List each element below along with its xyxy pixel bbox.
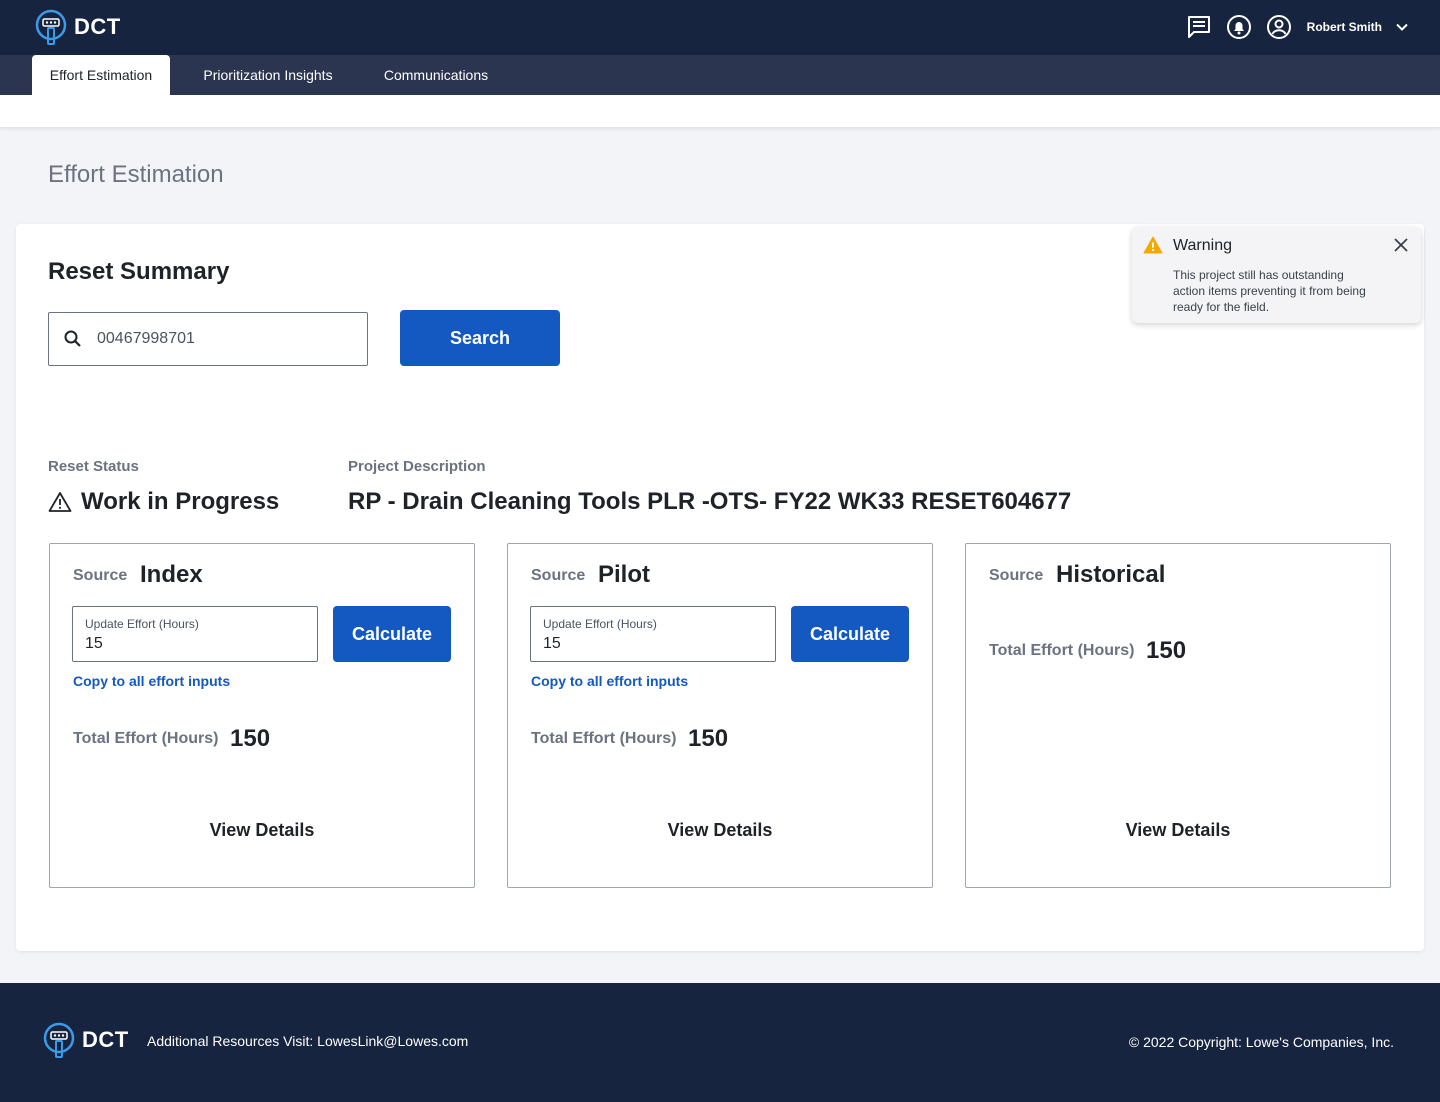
- close-icon[interactable]: [1393, 237, 1409, 253]
- source-card-pilot: Source Pilot Update Effort (Hours) 15 Ca…: [507, 543, 933, 888]
- update-effort-field[interactable]: Update Effort (Hours) 15: [530, 606, 776, 662]
- project-description-label: Project Description: [348, 458, 486, 475]
- toast-message: This project still has outstanding actio…: [1173, 268, 1366, 314]
- update-effort-field[interactable]: Update Effort (Hours) 15: [72, 606, 318, 662]
- project-description-value: RP - Drain Cleaning Tools PLR -OTS- FY22…: [348, 488, 1072, 515]
- source-card-index: Source Index Update Effort (Hours) 15 Ca…: [49, 543, 475, 888]
- search-icon: [64, 330, 81, 347]
- logo-icon: [43, 1022, 75, 1058]
- total-effort-value: 150: [1146, 637, 1187, 664]
- logo-text: DCT: [74, 14, 121, 39]
- sub-header-bar: [0, 95, 1440, 127]
- source-label: Source: [531, 567, 586, 584]
- reset-status-value: Work in Progress: [48, 488, 279, 516]
- reset-summary-card: Reset Summary Search Reset Status Projec…: [16, 224, 1424, 951]
- footer-copyright: © 2022 Copyright: Lowe's Companies, Inc.: [1128, 1034, 1394, 1050]
- total-effort-label: Total Effort (Hours): [531, 730, 677, 747]
- tab-bar: Effort Estimation Prioritization Insight…: [0, 55, 1440, 95]
- source-card-historical: Source Historical Total Effort (Hours) 1…: [965, 543, 1391, 888]
- view-details-link[interactable]: View Details: [50, 820, 474, 841]
- footer: DCT Additional Resources Visit: LowesLin…: [0, 983, 1440, 1102]
- view-details-link[interactable]: View Details: [966, 820, 1390, 841]
- total-effort-label: Total Effort (Hours): [989, 642, 1135, 659]
- update-effort-value[interactable]: 15: [543, 635, 763, 653]
- warning-filled-icon: [1143, 236, 1163, 254]
- reset-status-label: Reset Status: [48, 458, 139, 475]
- update-effort-label: Update Effort (Hours): [543, 617, 657, 631]
- page-title: Effort Estimation: [48, 161, 224, 188]
- top-navigation-bar: DCT Robert Smith: [0, 0, 1440, 55]
- tab-prioritization-insights[interactable]: Prioritization Insights: [186, 55, 350, 95]
- search-field[interactable]: [48, 312, 368, 366]
- footer-resources[interactable]: Additional Resources Visit: LowesLink@Lo…: [147, 1033, 468, 1049]
- user-name[interactable]: Robert Smith: [1307, 20, 1382, 34]
- total-effort-value: 150: [230, 725, 271, 752]
- tab-communications[interactable]: Communications: [366, 55, 506, 95]
- source-name: Index: [140, 561, 203, 588]
- view-details-link[interactable]: View Details: [508, 820, 932, 841]
- warning-toast: Warning This project still has outstandi…: [1132, 227, 1421, 323]
- app-logo[interactable]: DCT: [34, 8, 121, 46]
- copy-to-all-link[interactable]: Copy to all effort inputs: [73, 673, 230, 689]
- section-title: Reset Summary: [48, 258, 230, 285]
- update-effort-value[interactable]: 15: [85, 635, 305, 653]
- source-label: Source: [73, 567, 128, 584]
- reset-status-text: Work in Progress: [81, 488, 280, 515]
- calculate-button[interactable]: Calculate: [333, 606, 451, 662]
- calculate-button[interactable]: Calculate: [791, 606, 909, 662]
- copy-to-all-link[interactable]: Copy to all effort inputs: [531, 673, 688, 689]
- chat-icon[interactable]: [1185, 13, 1213, 41]
- logo-icon: [35, 9, 67, 45]
- bell-icon[interactable]: [1225, 13, 1253, 41]
- source-name: Pilot: [598, 561, 650, 588]
- source-label: Source: [989, 567, 1044, 584]
- update-effort-label: Update Effort (Hours): [85, 617, 199, 631]
- warning-triangle-icon: [48, 492, 72, 512]
- user-circle-icon[interactable]: [1265, 13, 1293, 41]
- total-effort-label: Total Effort (Hours): [73, 730, 219, 747]
- tab-effort-estimation[interactable]: Effort Estimation: [32, 55, 170, 95]
- search-button[interactable]: Search: [400, 310, 560, 366]
- source-name: Historical: [1056, 561, 1166, 588]
- search-input[interactable]: [97, 330, 337, 348]
- footer-logo[interactable]: DCT: [42, 1021, 129, 1059]
- toast-title: Warning: [1173, 237, 1232, 254]
- total-effort-value: 150: [688, 725, 729, 752]
- footer-logo-text: DCT: [82, 1027, 129, 1052]
- chevron-down-icon[interactable]: [1394, 19, 1410, 35]
